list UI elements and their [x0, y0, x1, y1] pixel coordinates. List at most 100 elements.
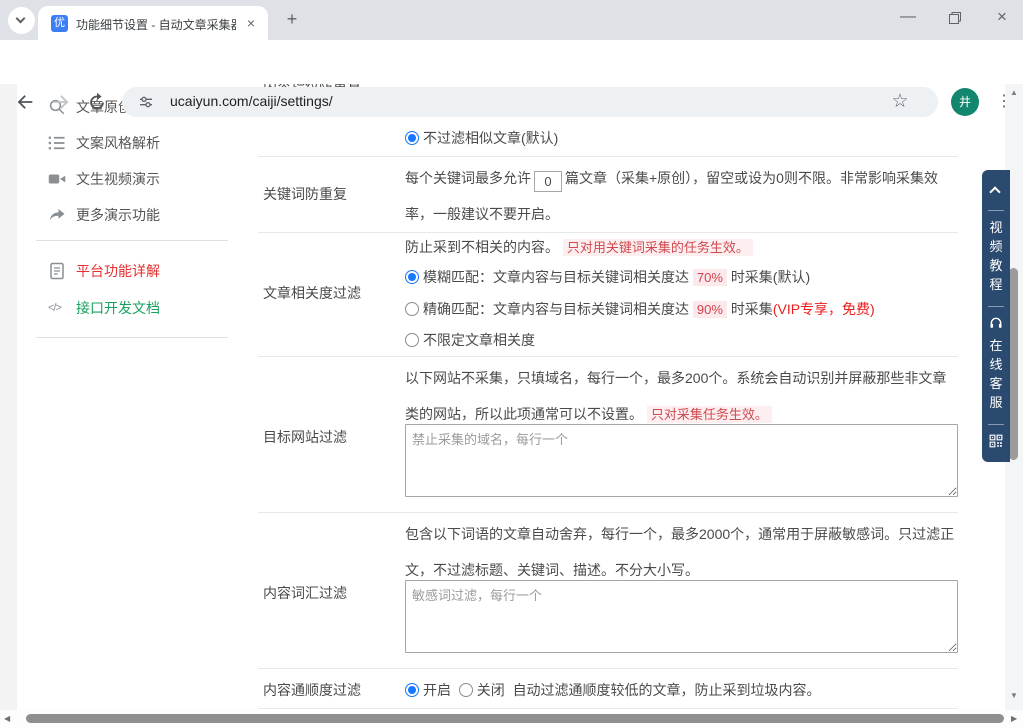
headset-icon[interactable]	[989, 316, 1003, 330]
horizontal-scrollbar-thumb[interactable]	[26, 714, 1004, 723]
word-filter-textarea[interactable]	[405, 580, 958, 653]
browser-window: 优 功能细节设置 - 自动文章采集器 × + — × ucaiyun.com/c…	[0, 0, 1023, 728]
row-divider	[258, 512, 958, 513]
sidebar-item-platform-features[interactable]: 平台功能详解	[36, 253, 228, 289]
vertical-scrollbar-thumb[interactable]	[1009, 268, 1018, 460]
restore-icon	[949, 12, 961, 24]
back-arrow-icon	[14, 91, 36, 113]
notice-badge: 只对用关键词采集的任务生效。	[563, 239, 753, 256]
row-divider	[258, 156, 958, 157]
scroll-right-arrow-icon[interactable]: ▶	[1011, 714, 1017, 723]
sidebar-divider	[36, 337, 228, 338]
row-divider	[258, 356, 958, 357]
exact-percent-value[interactable]: 90%	[693, 301, 727, 318]
radio-unselected[interactable]	[405, 333, 419, 347]
window-close-button[interactable]: ×	[982, 0, 1022, 36]
horizontal-scrollbar[interactable]: ◀ ▶	[0, 710, 1023, 728]
row-divider	[258, 708, 958, 709]
option-text: 时采集(默认)	[731, 269, 810, 285]
page-content: 文章原创检测 文案风格解析 文生视频演示 更多演示功能 平台功能详解 </> 接…	[0, 84, 1023, 710]
scroll-left-arrow-icon[interactable]: ◀	[4, 714, 10, 723]
qr-code-icon[interactable]	[989, 434, 1003, 448]
vip-note: (VIP专享，免费)	[773, 301, 875, 317]
sidebar-item-label: 文生视频演示	[76, 169, 160, 189]
fuzzy-percent-value[interactable]: 70%	[693, 269, 727, 286]
sidebar-item-label: 接口开发文档	[76, 298, 160, 318]
desc-text: 防止采到不相关的内容。	[405, 239, 559, 255]
forward-arrow-icon	[50, 91, 72, 113]
sidebar-item-label: 平台功能详解	[76, 261, 160, 281]
relevance-option-exact: 精确匹配：文章内容与目标关键词相关度达 90% 时采集(VIP专享，免费)	[405, 299, 875, 319]
widget-divider	[988, 210, 1004, 211]
keyword-limit-input[interactable]	[534, 171, 562, 192]
sidebar-divider	[36, 240, 228, 241]
fluency-options: 开启 关闭 自动过滤通顺度较低的文章，防止采到垃圾内容。	[405, 680, 821, 700]
option-text: 关闭	[477, 682, 505, 698]
back-button[interactable]	[14, 91, 38, 115]
radio-unselected[interactable]	[405, 302, 419, 316]
sidebar-item-api-docs[interactable]: </> 接口开发文档	[36, 290, 228, 326]
chevron-down-icon	[16, 14, 26, 24]
scroll-down-arrow-icon[interactable]: ▼	[1005, 691, 1023, 700]
sidebar-item-more-demos[interactable]: 更多演示功能	[36, 197, 228, 233]
online-service-button[interactable]: 在线客服	[989, 336, 1003, 412]
radio-selected[interactable]	[405, 683, 419, 697]
window-restore-button[interactable]	[935, 0, 975, 36]
bookmark-star-icon[interactable]: ☆	[888, 90, 912, 114]
site-filter-desc: 以下网站不采集，只填域名，每行一个，最多200个。系统会自动识别并屏蔽那些非文章…	[405, 360, 960, 433]
tab-title: 功能细节设置 - 自动文章采集器	[76, 16, 236, 32]
sidebar-item-label: 更多演示功能	[76, 205, 160, 225]
keyword-dedup-text: 每个关键词最多允许篇文章（采集+原创），留空或设为0则不限。非常影响采集效率，一…	[405, 160, 960, 232]
option-text: 时采集	[731, 301, 773, 317]
sidebar-item-label: 文案风格解析	[76, 133, 160, 153]
tab-strip: 优 功能细节设置 - 自动文章采集器 × + — ×	[0, 0, 1023, 40]
row-divider	[258, 232, 958, 233]
tab-search-button[interactable]	[8, 7, 35, 34]
setting-label-keyword-dedup: 关键词防重复	[263, 184, 347, 204]
reload-icon	[86, 91, 108, 113]
sidebar-item-text-to-video[interactable]: 文生视频演示	[36, 161, 228, 197]
setting-label-site-filter: 目标网站过滤	[263, 427, 347, 447]
widget-divider	[988, 424, 1004, 425]
video-camera-icon	[48, 170, 66, 188]
fingerprint-option-no-filter: 不过滤相似文章(默认)	[405, 128, 558, 148]
relevance-option-unlimited: 不限定文章相关度	[405, 330, 535, 350]
setting-label-word-filter: 内容词汇过滤	[263, 583, 347, 603]
setting-label-relevance: 文章相关度过滤	[263, 283, 361, 303]
radio-unselected[interactable]	[459, 683, 473, 697]
document-icon	[48, 262, 66, 280]
desc-text: 包含以下词语的文章自动舍弃，每行一个，最多2000个，通常用于屏蔽敏感词。只过滤…	[405, 526, 954, 578]
desc-text: 每个关键词最多允许	[405, 170, 531, 186]
sidebar-item-style-analysis[interactable]: 文案风格解析	[36, 125, 228, 161]
reload-button[interactable]	[86, 91, 110, 115]
option-text: 不过滤相似文章(默认)	[423, 130, 558, 146]
site-filter-textarea[interactable]	[405, 424, 958, 497]
notice-badge: 只对采集任务生效。	[647, 406, 772, 423]
tab-close-icon[interactable]: ×	[242, 14, 260, 32]
widget-divider	[988, 306, 1004, 307]
url-bar[interactable]: ucaiyun.com/caiji/settings/ ☆	[122, 87, 938, 117]
left-gutter	[0, 84, 17, 710]
video-tutorial-button[interactable]: 视频教程	[989, 218, 1003, 294]
setting-label-fluency: 内容通顺度过滤	[263, 680, 361, 700]
word-filter-desc: 包含以下词语的文章自动舍弃，每行一个，最多2000个，通常用于屏蔽敏感词。只过滤…	[405, 516, 960, 588]
radio-selected[interactable]	[405, 270, 419, 284]
browser-tab[interactable]: 优 功能细节设置 - 自动文章采集器 ×	[38, 6, 268, 40]
option-text: 开启	[423, 682, 451, 698]
radio-selected[interactable]	[405, 131, 419, 145]
relevance-option-fuzzy: 模糊匹配：文章内容与目标关键词相关度达 70% 时采集(默认)	[405, 267, 810, 287]
option-text: 不限定文章相关度	[423, 332, 535, 348]
collapse-chevron-icon[interactable]	[989, 186, 1000, 197]
desc-text: 自动过滤通顺度较低的文章，防止采到垃圾内容。	[513, 682, 821, 698]
url-text[interactable]: ucaiyun.com/caiji/settings/	[170, 93, 333, 109]
browser-toolbar: ucaiyun.com/caiji/settings/ ☆ 井 ⋮	[0, 40, 1023, 84]
site-settings-icon[interactable]	[138, 94, 154, 110]
option-text: 模糊匹配：文章内容与目标关键词相关度达	[423, 269, 689, 285]
window-minimize-button[interactable]: —	[888, 0, 928, 36]
option-text: 精确匹配：文章内容与目标关键词相关度达	[423, 301, 689, 317]
browser-menu-icon[interactable]: ⋮	[994, 90, 1014, 114]
new-tab-button[interactable]: +	[281, 9, 303, 31]
floating-help-bar: 视频教程 在线客服	[982, 170, 1010, 462]
forward-button[interactable]	[50, 91, 74, 115]
profile-avatar[interactable]: 井	[951, 88, 979, 116]
